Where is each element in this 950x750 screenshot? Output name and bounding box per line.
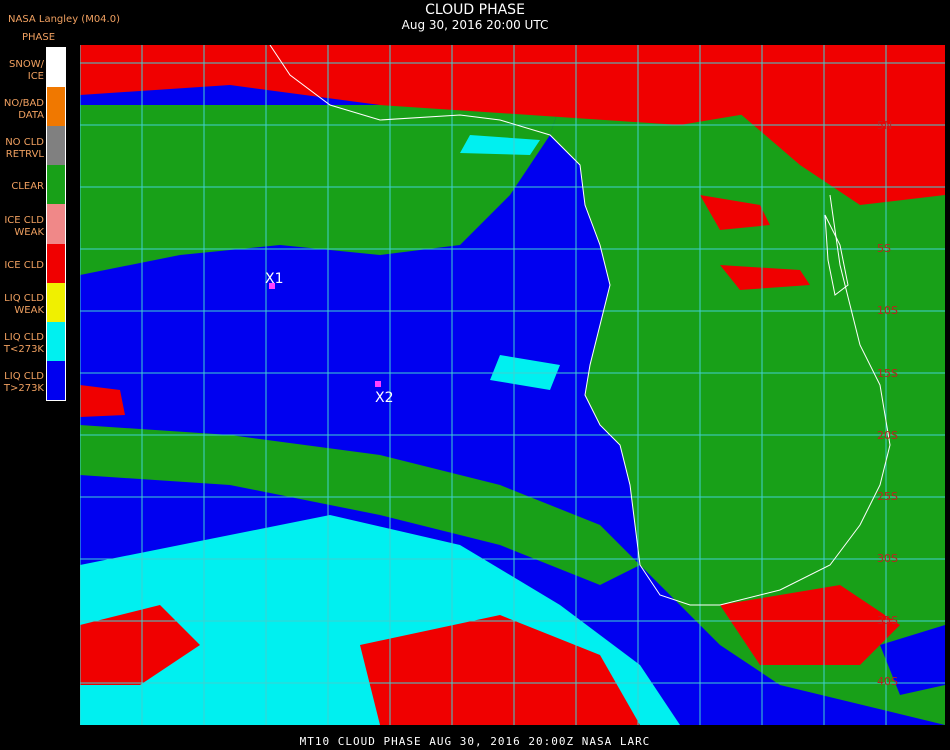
- legend-label-liquid-cloud-warm: LIQ CLD T>273K: [3, 371, 44, 394]
- footer-caption: MT10 CLOUD PHASE AUG 30, 2016 20:00Z NAS…: [299, 735, 651, 748]
- latitude-label: 20S: [877, 429, 898, 442]
- latitude-label: 25S: [877, 490, 898, 503]
- latitude-label: 5N: [877, 119, 892, 132]
- latitude-label: 15S: [877, 367, 898, 380]
- latitude-label: 30S: [877, 552, 898, 565]
- latitude-label: 35S: [877, 614, 898, 627]
- marker-x2-point: [375, 381, 381, 387]
- map-title: CLOUD PHASE: [425, 2, 525, 18]
- map-timestamp: Aug 30, 2016 20:00 UTC: [401, 18, 549, 32]
- legend-label-no-bad-data: NO/BAD DATA: [3, 98, 44, 121]
- legend-swatch: [47, 165, 65, 205]
- legend-swatch: [47, 126, 65, 166]
- legend-label-clear: CLEAR: [11, 181, 44, 192]
- marker-x1-label: X1: [265, 271, 284, 287]
- cloud-phase-map: 5N 5S 10S 15S 20S 25S 30S 35S 40S X1 X2: [80, 45, 945, 725]
- latitude-label: 40S: [877, 675, 898, 688]
- legend-label-ice-cloud-weak: ICE CLD WEAK: [4, 215, 44, 238]
- legend-swatch: [47, 87, 65, 127]
- legend-swatch: [47, 243, 65, 283]
- latitude-label: 5S: [877, 242, 891, 255]
- legend-label-no-cloud-retrieval: NO CLD RETRVL: [5, 137, 44, 160]
- legend-label-snow-ice: SNOW/ ICE: [9, 59, 44, 82]
- latitude-label: 10S: [877, 304, 898, 317]
- phase-label: PHASE: [22, 32, 56, 43]
- legend-label-ice-cloud: ICE CLD: [4, 260, 44, 271]
- legend-swatch: [47, 321, 65, 361]
- legend-label-liquid-cloud-cold: LIQ CLD T<273K: [3, 332, 44, 355]
- legend-color-bar: [46, 47, 66, 401]
- marker-x2-label: X2: [375, 390, 394, 406]
- legend-swatch: [47, 204, 65, 244]
- legend-swatch: [47, 48, 65, 88]
- legend-label-liquid-cloud-weak: LIQ CLD WEAK: [4, 293, 44, 316]
- ice-cloud-patch-3: [80, 385, 125, 417]
- legend-swatch: [47, 360, 65, 400]
- legend-swatch: [47, 282, 65, 322]
